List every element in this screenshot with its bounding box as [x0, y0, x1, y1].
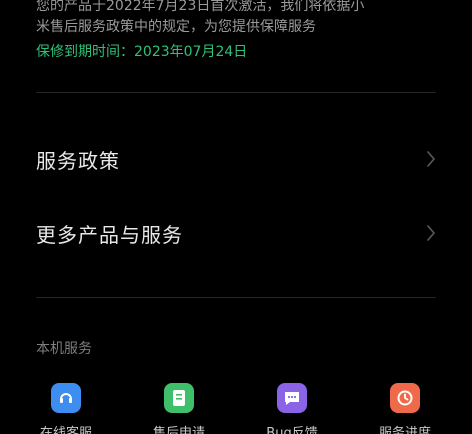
warranty-description: 您的产品于2022年7月23日首次激活，我们将依据小 米售后服务政策中的规定，为…	[36, 0, 365, 35]
service-after-sales-request[interactable]: 售后申请	[139, 380, 219, 434]
menu-item-label: 更多产品与服务	[36, 222, 183, 247]
menu-item-more-products-services[interactable]: 更多产品与服务	[36, 207, 436, 259]
service-bug-feedback[interactable]: Bug反馈	[252, 380, 332, 434]
divider	[36, 92, 436, 93]
menu-item-service-policy[interactable]: 服务政策	[36, 133, 436, 185]
service-progress[interactable]: 服务进度	[365, 380, 445, 434]
headset-icon	[51, 383, 81, 413]
divider	[36, 297, 436, 298]
service-online-support[interactable]: 在线客服	[26, 380, 106, 434]
warranty-expiry-date: 保修到期时间：2023年07月24日	[36, 44, 248, 60]
document-icon	[164, 383, 194, 413]
menu-item-label: 服务政策	[36, 148, 120, 173]
local-services-grid: 在线客服 售后申请 Bug反馈 服务进度	[0, 380, 472, 434]
chevron-right-icon	[424, 150, 438, 168]
warranty-service-page: 您的产品于2022年7月23日首次激活，我们将依据小 米售后服务政策中的规定，为…	[0, 0, 472, 434]
service-label: Bug反馈	[266, 426, 318, 434]
service-label: 在线客服	[39, 426, 92, 434]
service-label: 售后申请	[152, 426, 205, 434]
chat-bubble-icon	[277, 383, 307, 413]
service-label: 服务进度	[378, 426, 431, 434]
clock-icon	[390, 383, 420, 413]
chevron-right-icon	[424, 224, 438, 242]
section-title-local-services: 本机服务	[36, 341, 92, 357]
